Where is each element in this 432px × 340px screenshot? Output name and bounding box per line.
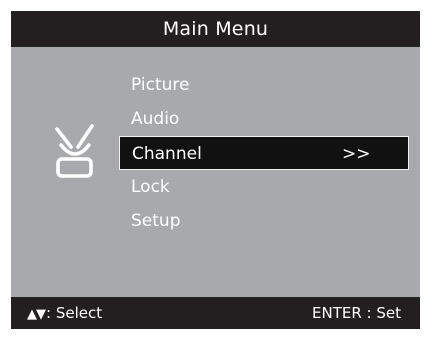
menu-item-label: Setup (131, 211, 181, 231)
menu-item-label: Lock (131, 177, 170, 197)
menu-item-channel[interactable]: Channel >> (119, 136, 409, 170)
osd-main-menu: Main Menu Picture Audio Channel >> Lock … (11, 11, 420, 329)
menu-item-label: Audio (131, 109, 180, 129)
up-down-arrow-icon: ▲▼ (27, 307, 46, 322)
menu-item-label: Picture (131, 75, 190, 95)
select-hint: ▲▼: Select (27, 297, 102, 329)
menu-item-setup[interactable]: Setup (119, 204, 409, 238)
menu-title: Main Menu (162, 18, 269, 40)
footer-bar: ▲▼: Select ENTER : Set (11, 297, 420, 329)
select-hint-label: : Select (46, 304, 103, 322)
menu-item-audio[interactable]: Audio (119, 102, 409, 136)
title-bar: Main Menu (11, 11, 420, 47)
menu-item-lock[interactable]: Lock (119, 170, 409, 204)
menu-item-picture[interactable]: Picture (119, 68, 409, 102)
submenu-arrow-indicator: >> (342, 144, 371, 164)
channel-antenna-icon (55, 124, 94, 178)
menu-item-label: Channel (132, 144, 202, 164)
enter-set-hint: ENTER : Set (312, 304, 401, 322)
main-menu-list: Picture Audio Channel >> Lock Setup (119, 68, 409, 238)
